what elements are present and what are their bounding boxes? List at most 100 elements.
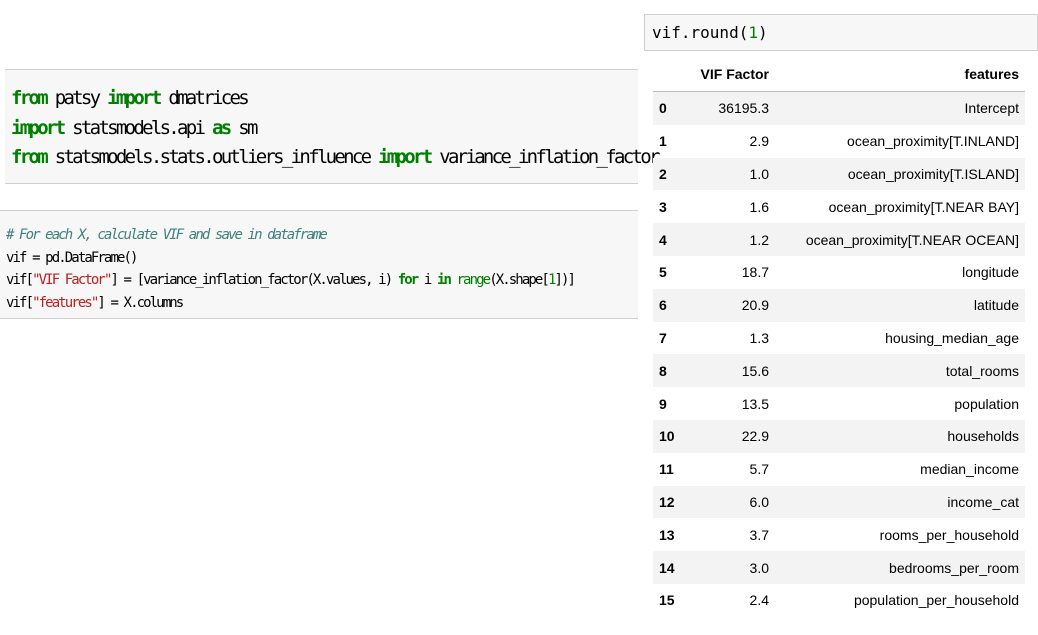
feature-name: ocean_proximity[T.ISLAND] bbox=[775, 157, 1025, 191]
row-index: 3 bbox=[659, 198, 667, 215]
row-index: 9 bbox=[659, 395, 667, 412]
feature-name: total_rooms bbox=[775, 354, 1025, 388]
row-index: 14 bbox=[653, 551, 691, 584]
code-token: vif[ bbox=[6, 294, 34, 311]
row-index: 2 bbox=[653, 157, 691, 191]
code-token: sm bbox=[229, 116, 258, 139]
code-cell-imports[interactable]: from patsy import dmatrices import statsm… bbox=[5, 69, 660, 184]
table-row: 4 1.2 ocean_proximity[T.NEAR OCEAN] bbox=[653, 223, 1025, 256]
code-line: from statsmodels.stats.outliers_influenc… bbox=[11, 143, 660, 173]
row-index: 0 bbox=[653, 91, 691, 125]
row-index: 12 bbox=[653, 485, 691, 519]
table-row: 10 22.9 households bbox=[653, 419, 1025, 453]
header-index bbox=[653, 56, 691, 92]
row-index: 1 bbox=[659, 133, 667, 150]
table-row: 1 2.9 ocean_proximity[T.INLAND] bbox=[653, 125, 1025, 158]
feature-name: longitude bbox=[962, 264, 1019, 281]
vif-value: 1.3 bbox=[749, 329, 769, 346]
feature-name: population_per_household bbox=[853, 592, 1019, 609]
code-token: for bbox=[397, 272, 419, 288]
vif-value: 5.7 bbox=[749, 461, 769, 478]
code-token: statsmodels.stats.outliers_influence bbox=[45, 146, 379, 168]
table-row: 11 5.7 median_income bbox=[653, 453, 1025, 486]
table-row: 2 1.0 ocean_proximity[T.ISLAND] bbox=[653, 157, 1025, 191]
row-index: 13 bbox=[659, 526, 675, 543]
vif-value: 1.6 bbox=[749, 198, 769, 215]
feature-name: population bbox=[954, 395, 1019, 412]
code-token: # For each X, calculate VIF and save in … bbox=[6, 227, 328, 243]
table-row: 14 3.0 bedrooms_per_room bbox=[653, 551, 1025, 584]
code-line: vif = pd.DataFrame() bbox=[6, 247, 632, 270]
code-token: "VIF Factor" bbox=[32, 272, 112, 288]
code-token: vif.round( bbox=[652, 23, 749, 42]
feature-name: ocean_proximity[T.NEAR OCEAN] bbox=[775, 223, 1025, 256]
code-token: ])] bbox=[554, 272, 575, 288]
vif-value: 3.7 bbox=[749, 526, 769, 543]
vif-value: 6.0 bbox=[691, 485, 775, 519]
feature-name: Intercept bbox=[775, 91, 1025, 125]
table-row: 0 36195.3 Intercept bbox=[653, 91, 1025, 125]
code-token: variance_inflation_factor bbox=[430, 146, 660, 168]
table-row: 5 18.7 longitude bbox=[653, 256, 1025, 289]
code-token: from bbox=[11, 87, 49, 109]
code-token: import bbox=[378, 146, 433, 168]
code-token: dmatrices bbox=[159, 87, 249, 109]
vif-value: 15.6 bbox=[691, 354, 775, 388]
vif-value: 2.9 bbox=[749, 133, 769, 150]
code-token: ) bbox=[757, 23, 768, 42]
code-token: vif[ bbox=[6, 272, 34, 288]
vif-value: 1.0 bbox=[691, 157, 775, 191]
table-row: 6 20.9 latitude bbox=[653, 288, 1025, 322]
table-header-row: VIF Factor features bbox=[653, 56, 1025, 92]
vif-value: 13.5 bbox=[741, 395, 769, 412]
row-index: 15 bbox=[659, 592, 675, 609]
feature-name: median_income bbox=[920, 461, 1019, 478]
row-index: 4 bbox=[653, 223, 691, 256]
code-line: vif["features"] = X.columns bbox=[6, 292, 632, 315]
code-token: (X.shape[ bbox=[489, 272, 550, 288]
code-line: vif["VIF Factor"] = [variance_inflation_… bbox=[6, 269, 632, 292]
code-token: import bbox=[107, 87, 162, 109]
header-features: features bbox=[775, 56, 1025, 92]
code-cell-vif-calculation[interactable]: # For each X, calculate VIF and save in … bbox=[0, 210, 638, 319]
code-token: ] = [variance_inflation_factor(X.values,… bbox=[110, 272, 398, 288]
code-token: patsy bbox=[45, 87, 108, 109]
feature-name: ocean_proximity[T.INLAND] bbox=[847, 133, 1019, 150]
feature-name: latitude bbox=[775, 288, 1025, 322]
row-index: 6 bbox=[653, 288, 691, 322]
code-token: import bbox=[11, 116, 66, 139]
feature-name: housing_median_age bbox=[885, 329, 1019, 346]
row-index: 7 bbox=[659, 329, 667, 346]
feature-name: ocean_proximity[T.NEAR BAY] bbox=[828, 198, 1019, 215]
code-token: i bbox=[417, 272, 437, 288]
table-row: 12 6.0 income_cat bbox=[653, 485, 1025, 519]
header-vif-factor: VIF Factor bbox=[691, 56, 775, 92]
row-index: 10 bbox=[653, 419, 691, 453]
feature-name: income_cat bbox=[775, 485, 1025, 519]
vif-value: 1.2 bbox=[691, 223, 775, 256]
code-cell-vif-round[interactable]: vif.round(1) bbox=[644, 14, 1038, 51]
table-row: 13 3.7 rooms_per_household bbox=[653, 518, 1025, 551]
table-row: 9 13.5 population bbox=[653, 387, 1025, 420]
table-row: 3 1.6 ocean_proximity[T.NEAR BAY] bbox=[653, 190, 1025, 223]
code-token: ] = X.columns bbox=[97, 294, 184, 311]
code-line: import statsmodels.api as sm bbox=[11, 114, 632, 144]
vif-value: 36195.3 bbox=[691, 91, 775, 125]
feature-name: bedrooms_per_room bbox=[775, 551, 1025, 584]
code-line: from patsy import dmatrices bbox=[11, 84, 632, 114]
code-token: in bbox=[436, 272, 452, 288]
vif-value: 20.9 bbox=[691, 288, 775, 322]
row-index: 5 bbox=[659, 264, 667, 281]
vif-output-table: VIF Factor features 0 36195.3 Intercept 1 2.… bbox=[653, 56, 1025, 617]
code-token: range bbox=[456, 272, 492, 288]
table-row: 7 1.3 housing_median_age bbox=[653, 322, 1025, 355]
row-index: 11 bbox=[659, 461, 674, 478]
code-token: as bbox=[212, 116, 232, 139]
vif-value: 2.4 bbox=[749, 592, 769, 609]
table-row: 15 2.4 population_per_household bbox=[653, 584, 1025, 617]
feature-name: rooms_per_household bbox=[879, 526, 1019, 543]
code-token: "features" bbox=[32, 294, 99, 311]
code-token: vif = pd.DataFrame() bbox=[6, 249, 138, 266]
vif-value: 22.9 bbox=[691, 419, 775, 453]
table-row: 8 15.6 total_rooms bbox=[653, 354, 1025, 388]
